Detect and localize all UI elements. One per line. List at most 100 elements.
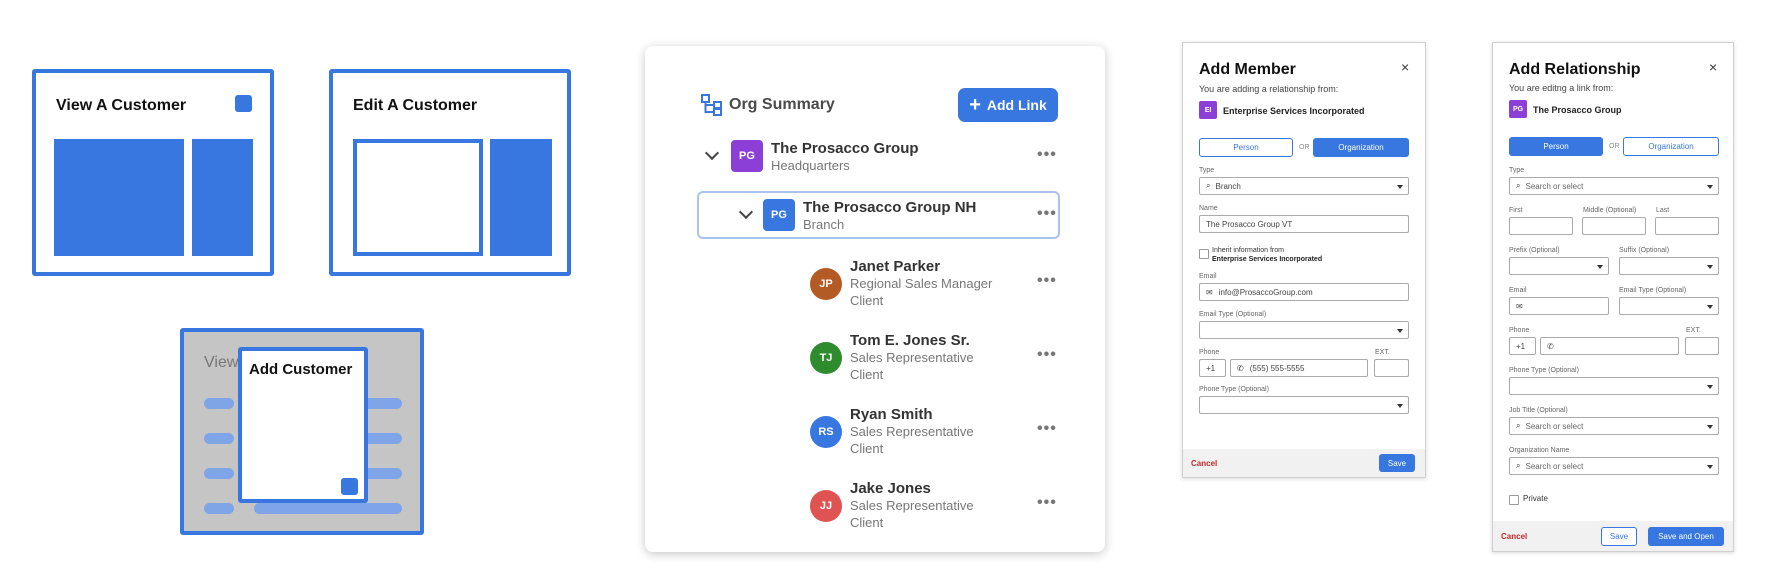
private-label: Private bbox=[1523, 494, 1548, 503]
person-toggle[interactable]: Person bbox=[1199, 138, 1293, 157]
close-icon[interactable]: × bbox=[1401, 59, 1409, 75]
org-row-branch[interactable]: PG The Prosacco Group NH Branch ••• bbox=[697, 191, 1060, 239]
phone-input[interactable]: ✆ (555) 555-5555 bbox=[1230, 359, 1368, 377]
avatar: PG bbox=[731, 140, 763, 172]
more-icon[interactable]: ••• bbox=[1037, 146, 1057, 164]
person-row[interactable]: TJ Tom E. Jones Sr. Sales Representative… bbox=[810, 332, 1070, 388]
or-separator: OR bbox=[1299, 144, 1310, 151]
cancel-button[interactable]: Cancel bbox=[1191, 459, 1217, 468]
edit-customer-wireframe: Edit A Customer bbox=[329, 69, 571, 276]
person-row[interactable]: JP Janet Parker Regional Sales Manager C… bbox=[810, 258, 1070, 314]
chevron-down-icon bbox=[1707, 425, 1713, 429]
first-name-input[interactable] bbox=[1509, 217, 1573, 235]
ext-input[interactable] bbox=[1685, 337, 1719, 355]
list-line bbox=[204, 433, 234, 444]
org-name-select[interactable]: ⌕ Search or select bbox=[1509, 457, 1719, 475]
search-icon: ⌕ bbox=[1516, 421, 1521, 430]
email-type-select[interactable] bbox=[1199, 321, 1409, 339]
ext-label: EXT. bbox=[1375, 349, 1390, 356]
chevron-down-icon[interactable] bbox=[738, 204, 754, 220]
type-label: Type bbox=[1199, 167, 1215, 174]
person-role: Client bbox=[850, 367, 884, 382]
person-title: Sales Representative bbox=[850, 350, 974, 365]
ext-input[interactable] bbox=[1374, 359, 1409, 377]
list-line bbox=[204, 398, 234, 409]
more-icon[interactable]: ••• bbox=[1037, 272, 1057, 290]
search-icon: ⌕ bbox=[1516, 181, 1521, 190]
plus-icon: + bbox=[969, 94, 981, 116]
more-icon[interactable]: ••• bbox=[1037, 205, 1057, 223]
middle-name-input[interactable] bbox=[1582, 217, 1646, 235]
organization-toggle[interactable]: Organization bbox=[1313, 138, 1409, 157]
person-name: Jake Jones bbox=[850, 480, 931, 497]
inherit-checkbox[interactable] bbox=[1199, 249, 1209, 259]
person-toggle[interactable]: Person bbox=[1509, 137, 1603, 156]
phone-type-label: Phone Type (Optional) bbox=[1509, 367, 1579, 374]
name-input[interactable]: The Prosacco Group VT bbox=[1199, 215, 1409, 233]
email-type-select[interactable] bbox=[1619, 297, 1719, 315]
dialog-title: Add Member bbox=[1199, 61, 1296, 78]
save-button[interactable]: Save bbox=[1601, 527, 1637, 546]
first-label: First bbox=[1509, 207, 1523, 214]
email-input[interactable]: ✉ info@ProsaccoGroup.com bbox=[1199, 283, 1409, 301]
list-line bbox=[362, 433, 402, 444]
country-code-input[interactable]: +1 bbox=[1199, 359, 1226, 377]
avatar: PG bbox=[763, 199, 795, 231]
more-icon[interactable]: ••• bbox=[1037, 420, 1057, 438]
edit-side-panel bbox=[490, 139, 552, 256]
org-summary-card: Org Summary + Add Link PG The Prosacco G… bbox=[645, 46, 1105, 552]
avatar: TJ bbox=[810, 342, 842, 374]
chevron-down-icon bbox=[1597, 265, 1603, 269]
phone-type-select[interactable] bbox=[1199, 396, 1409, 414]
chevron-down-icon[interactable] bbox=[704, 145, 720, 161]
close-icon[interactable]: × bbox=[1709, 59, 1717, 75]
avatar: RS bbox=[810, 416, 842, 448]
country-code-input[interactable]: +1 bbox=[1509, 337, 1536, 355]
add-link-button[interactable]: + Add Link bbox=[958, 88, 1058, 122]
add-link-label: Add Link bbox=[986, 97, 1047, 113]
phone-label: Phone bbox=[1199, 349, 1220, 356]
list-line bbox=[204, 468, 234, 479]
job-title-select[interactable]: ⌕ Search or select bbox=[1509, 417, 1719, 435]
from-name: Enterprise Services Incorporated bbox=[1223, 106, 1365, 116]
private-checkbox[interactable] bbox=[1509, 495, 1519, 505]
prefix-select[interactable] bbox=[1509, 257, 1609, 275]
suffix-select[interactable] bbox=[1619, 257, 1719, 275]
chevron-down-icon bbox=[1707, 305, 1713, 309]
more-icon[interactable]: ••• bbox=[1037, 346, 1057, 364]
type-select[interactable]: ⌕ Search or select bbox=[1509, 177, 1719, 195]
email-input[interactable]: ✉ bbox=[1509, 297, 1609, 315]
phone-type-select[interactable] bbox=[1509, 377, 1719, 395]
list-line bbox=[254, 503, 402, 514]
chevron-down-icon bbox=[1397, 404, 1403, 408]
person-title: Sales Representative bbox=[850, 498, 974, 513]
phone-icon: ✆ bbox=[1547, 341, 1554, 351]
add-customer-modal-wireframe: Add Customer bbox=[238, 347, 368, 503]
organization-toggle[interactable]: Organization bbox=[1623, 137, 1719, 156]
chevron-down-icon bbox=[1707, 185, 1713, 189]
more-icon[interactable]: ••• bbox=[1037, 494, 1057, 512]
phone-input[interactable]: ✆ bbox=[1540, 337, 1679, 355]
cancel-button[interactable]: Cancel bbox=[1501, 532, 1527, 541]
add-member-dialog: Add Member × You are adding a relationsh… bbox=[1182, 42, 1426, 478]
save-and-open-button[interactable]: Save and Open bbox=[1648, 527, 1724, 546]
type-value: Branch bbox=[1215, 181, 1241, 191]
email-value: info@ProsaccoGroup.com bbox=[1218, 287, 1313, 297]
person-row[interactable]: RS Ryan Smith Sales Representative Clien… bbox=[810, 406, 1070, 462]
org-tree-icon bbox=[701, 94, 723, 116]
type-label: Type bbox=[1509, 167, 1525, 174]
from-avatar: EI bbox=[1199, 101, 1217, 119]
chevron-down-icon bbox=[1707, 385, 1713, 389]
add-customer-title: Add Customer bbox=[249, 361, 353, 378]
view-main-panel bbox=[54, 139, 184, 256]
org-row-headquarters[interactable]: PG The Prosacco Group Headquarters ••• bbox=[697, 136, 1067, 180]
type-select[interactable]: ⌕ Branch bbox=[1199, 177, 1409, 195]
edit-main-panel bbox=[353, 139, 483, 256]
email-type-label: Email Type (Optional) bbox=[1619, 287, 1687, 294]
person-title: Regional Sales Manager bbox=[850, 276, 993, 291]
person-role: Client bbox=[850, 441, 884, 456]
last-name-input[interactable] bbox=[1655, 217, 1719, 235]
person-row[interactable]: JJ Jake Jones Sales Representative Clien… bbox=[810, 480, 1070, 536]
save-button[interactable]: Save bbox=[1379, 454, 1415, 472]
list-line bbox=[204, 503, 234, 514]
